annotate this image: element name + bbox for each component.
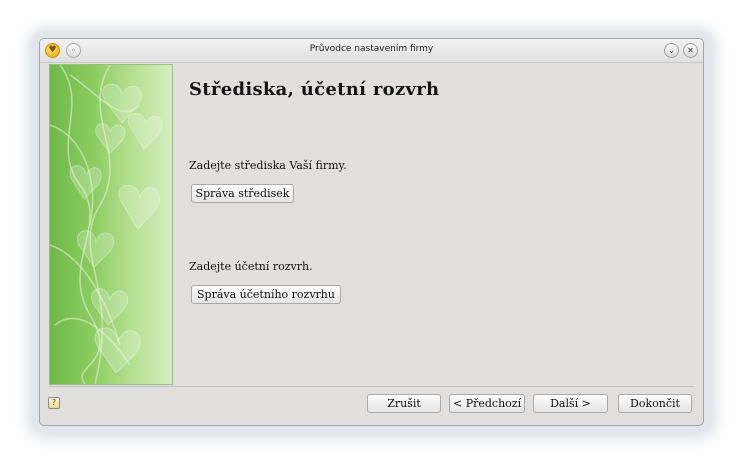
cost-centers-label: Zadejte střediska Vaší firmy.	[189, 159, 347, 172]
help-icon[interactable]: ?	[48, 397, 60, 409]
page-title: Střediska, účetní rozvrh	[189, 79, 440, 100]
finish-button[interactable]: Dokončit	[618, 394, 692, 413]
minimize-icon[interactable]: ⌄	[664, 43, 679, 58]
footer-separator	[49, 386, 694, 387]
close-icon[interactable]: ✕	[683, 43, 698, 58]
back-button[interactable]: < Předchozí	[449, 394, 525, 413]
manage-chart-of-accounts-button[interactable]: Správa účetního rozvrhu	[191, 285, 341, 304]
chart-of-accounts-label: Zadejte účetní rozvrh.	[189, 260, 313, 273]
cancel-button[interactable]: Zrušit	[367, 394, 441, 413]
window-title: Průvodce nastavením firmy	[309, 44, 434, 54]
title-bar[interactable]: ♥ ◦ Průvodce nastavením firmy ⌄ ✕	[40, 39, 703, 63]
manage-cost-centers-button[interactable]: Správa středisek	[191, 184, 294, 203]
wizard-side-image	[49, 64, 173, 385]
leaf-vines-illustration	[50, 65, 163, 384]
next-button[interactable]: Další >	[533, 394, 608, 413]
wizard-window: ♥ ◦ Průvodce nastavením firmy ⌄ ✕ Středi…	[39, 38, 704, 426]
